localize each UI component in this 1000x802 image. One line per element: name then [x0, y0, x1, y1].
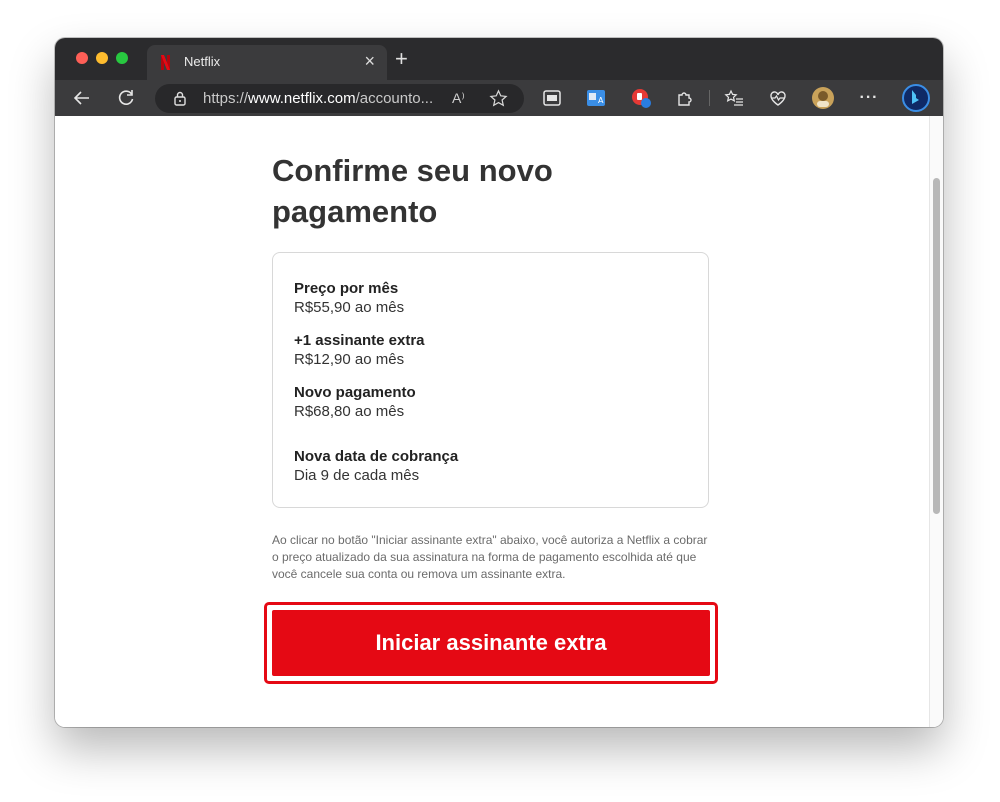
summary-row-new-payment: Novo pagamento R$68,80 ao mês [294, 383, 416, 422]
summary-row-extra-member: +1 assinante extra R$12,90 ao mês [294, 331, 425, 370]
toolbar-divider [709, 90, 710, 106]
svg-text:A: A [598, 96, 604, 105]
close-tab-icon[interactable]: × [364, 51, 375, 71]
address-bar[interactable]: https://www.netflix.com/accounto... A⁾ [155, 84, 524, 113]
tab-netflix[interactable]: Netflix × [147, 45, 387, 80]
payment-summary-card: Preço por mês R$55,90 ao mês +1 assinant… [272, 252, 709, 508]
tab-title: Netflix [184, 54, 221, 69]
lock-icon[interactable] [173, 91, 187, 106]
refresh-icon[interactable] [114, 86, 138, 110]
minimize-window-button[interactable] [96, 52, 108, 64]
summary-label: Novo pagamento [294, 384, 416, 401]
close-window-button[interactable] [76, 52, 88, 64]
browser-window: Netflix × + https://www.netflix.com/acco… [55, 38, 943, 727]
translate-extension-icon[interactable]: A [584, 86, 608, 110]
summary-row-monthly-price: Preço por mês R$55,90 ao mês [294, 279, 404, 318]
url-text[interactable]: https://www.netflix.com/accounto... [203, 90, 433, 107]
new-tab-button[interactable]: + [395, 47, 408, 71]
zoom-window-button[interactable] [116, 52, 128, 64]
netflix-logo-icon [161, 55, 170, 70]
start-extra-member-button[interactable]: Iniciar assinante extra [272, 610, 710, 676]
cta-highlight-outline: Iniciar assinante extra [264, 602, 718, 684]
adblock-extension-icon[interactable] [629, 86, 653, 110]
extensions-puzzle-icon[interactable] [673, 86, 697, 110]
summary-value: R$68,80 ao mês [294, 403, 405, 420]
summary-value: R$55,90 ao mês [294, 299, 405, 316]
profile-avatar-icon[interactable] [811, 86, 835, 110]
page-title: Confirme seu novo pagamento [272, 153, 553, 229]
page-scrollbar[interactable] [929, 116, 943, 727]
favorite-star-icon[interactable] [489, 89, 508, 108]
favorites-list-icon[interactable] [722, 86, 746, 110]
summary-row-billing-date: Nova data de cobrança Dia 9 de cada mês [294, 447, 458, 486]
split-screen-icon[interactable] [540, 86, 564, 110]
summary-label: Nova data de cobrança [294, 448, 459, 465]
page-content: Confirme seu novo pagamento Preço por mê… [55, 116, 943, 727]
back-arrow-icon[interactable] [70, 86, 94, 110]
summary-value: Dia 9 de cada mês [294, 467, 420, 484]
browser-toolbar: https://www.netflix.com/accounto... A⁾ A [55, 80, 943, 116]
scrollbar-thumb[interactable] [933, 178, 940, 514]
bing-chat-icon[interactable] [902, 84, 930, 112]
summary-value: R$12,90 ao mês [294, 351, 405, 368]
summary-label: +1 assinante extra [294, 332, 425, 349]
browser-essentials-icon[interactable] [766, 86, 790, 110]
more-options-icon[interactable]: ··· [857, 86, 881, 110]
title-bar: Netflix × + [55, 38, 943, 80]
consent-notice: Ao clicar no botão "Iniciar assinante ex… [272, 533, 708, 581]
summary-label: Preço por mês [294, 280, 399, 297]
read-aloud-icon[interactable]: A⁾ [452, 90, 465, 107]
